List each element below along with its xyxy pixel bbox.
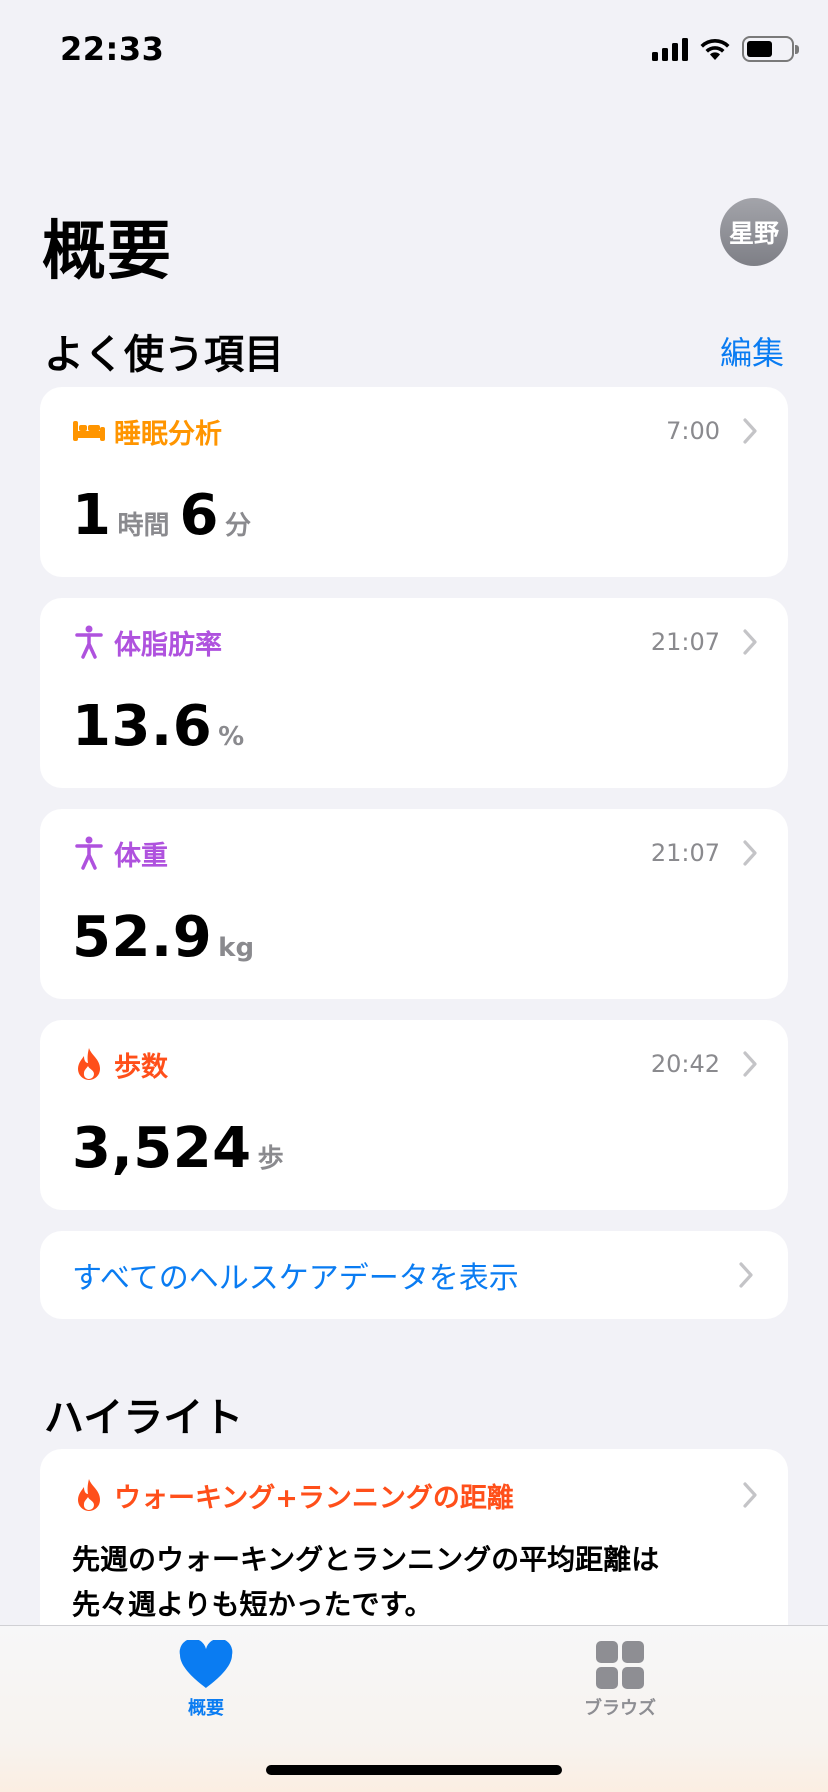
tab-label: ブラウズ xyxy=(584,1698,656,1719)
value-unit: 分 xyxy=(224,511,251,541)
bed-icon xyxy=(72,414,106,448)
card-time: 21:07 xyxy=(650,628,720,656)
card-label: 体脂肪率 xyxy=(114,629,222,661)
show-all-health-data-button[interactable]: すべてのヘルスケアデータを表示 xyxy=(40,1231,788,1319)
metric-value: 13.6 % xyxy=(72,694,254,759)
highlight-line: 先々週よりも短かったです。 xyxy=(72,1588,433,1621)
wifi-icon xyxy=(700,38,730,60)
status-icons xyxy=(652,36,799,62)
value-unit: kg xyxy=(218,933,255,963)
card-label: 睡眠分析 xyxy=(114,418,222,450)
highlight-line: 先週のウォーキングとランニングの平均距離は xyxy=(72,1543,660,1576)
steps-card[interactable]: 歩数 20:42 3,524 歩 xyxy=(40,1020,788,1210)
highlight-body: 先週のウォーキングとランニングの平均距離は 先々週よりも短かったです。 xyxy=(72,1537,748,1627)
card-time: 20:42 xyxy=(650,1050,720,1078)
value-number: 3,524 xyxy=(72,1116,252,1181)
metric-value: 3,524 歩 xyxy=(72,1116,294,1181)
chevron-right-icon xyxy=(743,418,757,444)
value-number: 13.6 xyxy=(72,694,213,759)
card-label: 体重 xyxy=(114,840,168,872)
body-figure-icon xyxy=(72,836,106,870)
card-header: 体重 21:07 xyxy=(72,833,758,873)
show-all-label: すべてのヘルスケアデータを表示 xyxy=(72,1261,519,1296)
body-fat-card[interactable]: 体脂肪率 21:07 13.6 % xyxy=(40,598,788,788)
value-number: 1 xyxy=(72,483,112,548)
card-time: 7:00 xyxy=(666,417,720,445)
status-bar: 22:33 xyxy=(0,0,828,100)
card-header: ウォーキング+ランニングの距離 xyxy=(72,1475,758,1515)
chevron-right-icon xyxy=(743,840,757,866)
metric-value: 1 時間 6 分 xyxy=(72,483,261,548)
favorites-title: よく使う項目 xyxy=(44,332,284,378)
chevron-right-icon xyxy=(739,1262,753,1288)
highlights-header: ハイライト xyxy=(44,1385,784,1443)
card-label: 歩数 xyxy=(114,1051,168,1083)
sleep-analysis-card[interactable]: 睡眠分析 7:00 1 時間 6 分 xyxy=(40,387,788,577)
battery-icon xyxy=(742,36,799,62)
tab-browse[interactable]: ブラウズ xyxy=(540,1640,700,1720)
tab-label: 概要 xyxy=(188,1698,224,1719)
card-label: ウォーキング+ランニングの距離 xyxy=(114,1482,514,1514)
chevron-right-icon xyxy=(743,629,757,655)
chevron-right-icon xyxy=(743,1051,757,1077)
flame-icon xyxy=(72,1478,106,1512)
chevron-right-icon xyxy=(743,1482,757,1508)
home-indicator xyxy=(266,1765,562,1775)
page-title: 概要 xyxy=(42,215,172,289)
card-header: 睡眠分析 7:00 xyxy=(72,411,758,451)
highlights-title: ハイライト xyxy=(44,1395,244,1441)
card-header: 体脂肪率 21:07 xyxy=(72,622,758,662)
card-time: 21:07 xyxy=(650,839,720,867)
cellular-signal-icon xyxy=(652,37,688,61)
value-unit: 時間 xyxy=(117,511,170,541)
tab-summary[interactable]: 概要 xyxy=(126,1640,286,1720)
metric-value: 52.9 kg xyxy=(72,905,264,970)
body-figure-icon xyxy=(72,625,106,659)
value-unit: 歩 xyxy=(257,1144,284,1174)
weight-card[interactable]: 体重 21:07 52.9 kg xyxy=(40,809,788,999)
card-header: 歩数 20:42 xyxy=(72,1044,758,1084)
heart-icon xyxy=(179,1640,233,1688)
value-number: 52.9 xyxy=(72,905,213,970)
value-number: 6 xyxy=(179,483,219,548)
grid-icon xyxy=(596,1641,644,1689)
avatar-button[interactable]: 星野 xyxy=(720,198,788,266)
status-time: 22:33 xyxy=(60,30,165,68)
value-unit: % xyxy=(218,722,245,752)
favorites-header: よく使う項目 編集 xyxy=(44,322,784,380)
flame-icon xyxy=(72,1047,106,1081)
edit-button[interactable]: 編集 xyxy=(720,328,784,374)
